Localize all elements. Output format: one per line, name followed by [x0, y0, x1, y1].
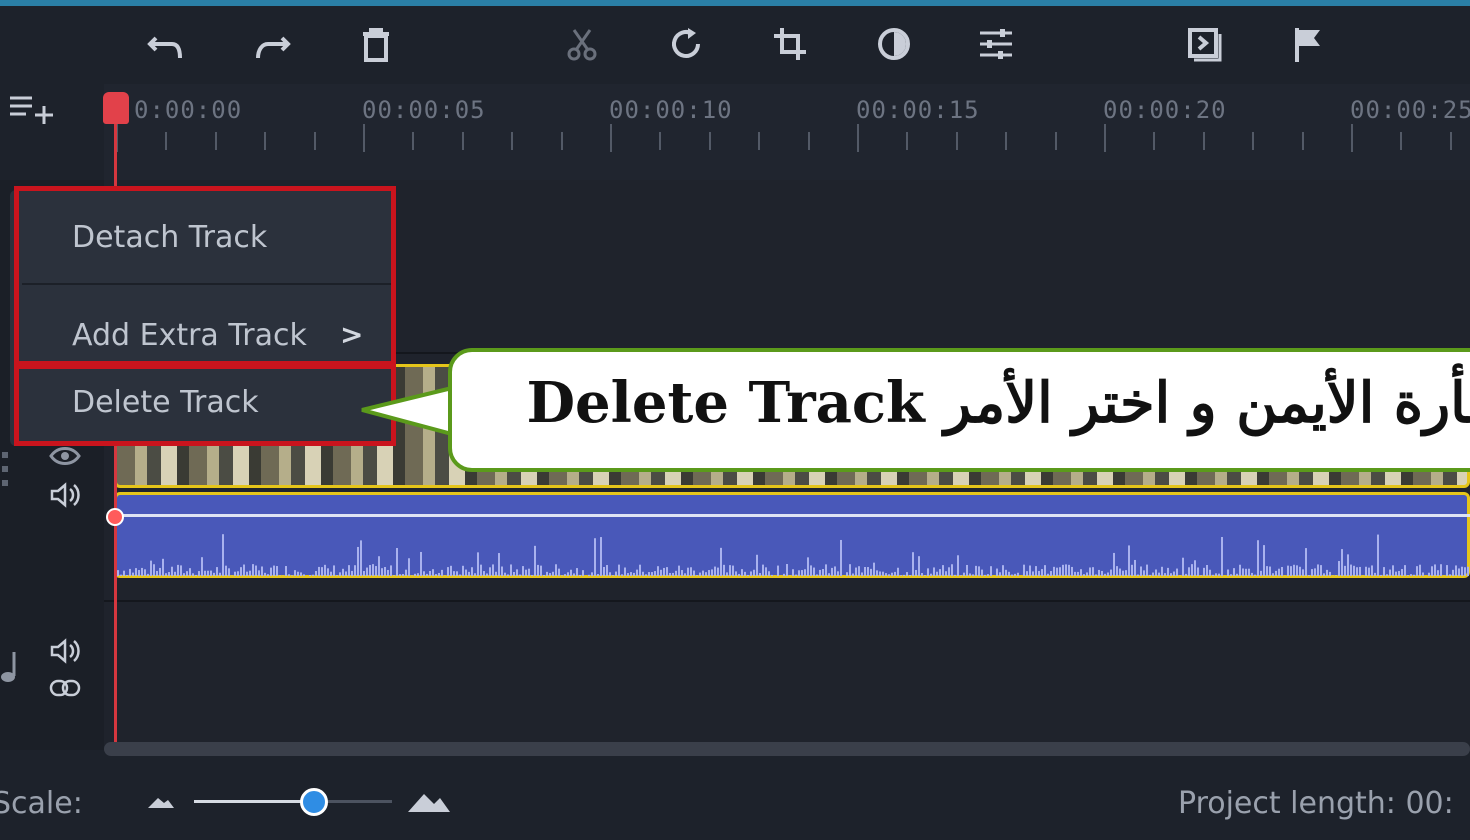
- ruler-tick: [1252, 132, 1255, 150]
- ruler-tick: [610, 124, 612, 152]
- ruler-tick: [758, 132, 761, 150]
- ruler-tick: [1153, 132, 1156, 150]
- crop-icon[interactable]: [768, 22, 812, 66]
- timecode-label: 00:00:15: [856, 96, 980, 124]
- color-adjust-icon[interactable]: [872, 22, 916, 66]
- zoom-in-mountain-icon[interactable]: [406, 790, 452, 814]
- undo-icon[interactable]: [144, 22, 188, 66]
- timecode-label: 00:00:25: [1350, 96, 1470, 124]
- ruler-tick: [1449, 132, 1452, 150]
- redo-icon[interactable]: [250, 22, 294, 66]
- settings-sliders-icon[interactable]: [974, 22, 1018, 66]
- track-drag-handle-icon[interactable]: [0, 446, 16, 494]
- ruler-tick: [1005, 132, 1008, 150]
- eye-icon[interactable]: [48, 442, 82, 470]
- volume-icon[interactable]: [48, 636, 82, 666]
- volume-keyframe-handle[interactable]: [106, 508, 124, 526]
- scale-label: Scale:: [0, 786, 83, 821]
- timeline-horizontal-scrollbar[interactable]: [104, 742, 1470, 756]
- volume-icon[interactable]: [48, 480, 82, 510]
- highlight-box: [14, 364, 396, 446]
- highlight-box: [14, 186, 396, 366]
- ruler-tick: [955, 132, 958, 150]
- ruler-tick: [1202, 132, 1205, 150]
- ruler-tick: [708, 132, 711, 150]
- track-divider: [104, 600, 1470, 602]
- ruler-tick: [1054, 132, 1057, 150]
- scale-slider-knob[interactable]: [300, 788, 328, 816]
- ruler-tick: [363, 124, 365, 152]
- ruler-tick: [1301, 132, 1304, 150]
- ruler-tick: [659, 132, 662, 150]
- timecode-label: 00:00:10: [609, 96, 733, 124]
- add-track-icon[interactable]: [10, 92, 58, 128]
- ruler-tick: [461, 132, 464, 150]
- scale-slider-fill: [194, 800, 314, 803]
- link-icon[interactable]: [48, 676, 82, 700]
- music-note-icon: [0, 646, 20, 686]
- ruler-tick: [165, 132, 168, 150]
- ruler-tick: [313, 132, 316, 150]
- ruler-tick: [560, 132, 563, 150]
- ruler-tick: [807, 132, 810, 150]
- stabilize-icon[interactable]: [1182, 22, 1226, 66]
- timeline-ruler[interactable]: [104, 84, 1470, 180]
- callout-tail: [361, 385, 460, 437]
- instruction-callout: فأرة الأيمن و اختر الأمر Delete Track: [448, 348, 1470, 472]
- rotate-icon[interactable]: [664, 22, 708, 66]
- ruler-tick: [214, 132, 217, 150]
- ruler-tick: [1400, 132, 1403, 150]
- ruler-tick: [857, 124, 859, 152]
- ruler-tick: [1104, 124, 1106, 152]
- timecode-label: 00:00:20: [1103, 96, 1227, 124]
- timecode-label: 0:00:00: [134, 96, 243, 124]
- ruler-tick: [906, 132, 909, 150]
- cut-icon[interactable]: [560, 22, 604, 66]
- timecode-label: 00:00:05: [362, 96, 486, 124]
- marker-flag-icon[interactable]: [1286, 22, 1330, 66]
- playhead-handle[interactable]: [103, 92, 129, 124]
- editing-toolbar: [0, 6, 1470, 84]
- project-length-label: Project length: 00:: [1178, 786, 1454, 821]
- ruler-tick: [511, 132, 514, 150]
- callout-text: فأرة الأيمن و اختر الأمر Delete Track: [526, 370, 1470, 436]
- zoom-out-mountain-icon[interactable]: [146, 794, 176, 810]
- ruler-tick: [264, 132, 267, 150]
- ruler-tick: [1351, 124, 1353, 152]
- delete-icon[interactable]: [354, 22, 398, 66]
- audio-waveform: [117, 534, 1469, 576]
- audio-volume-line[interactable]: [117, 514, 1470, 517]
- ruler-tick: [412, 132, 415, 150]
